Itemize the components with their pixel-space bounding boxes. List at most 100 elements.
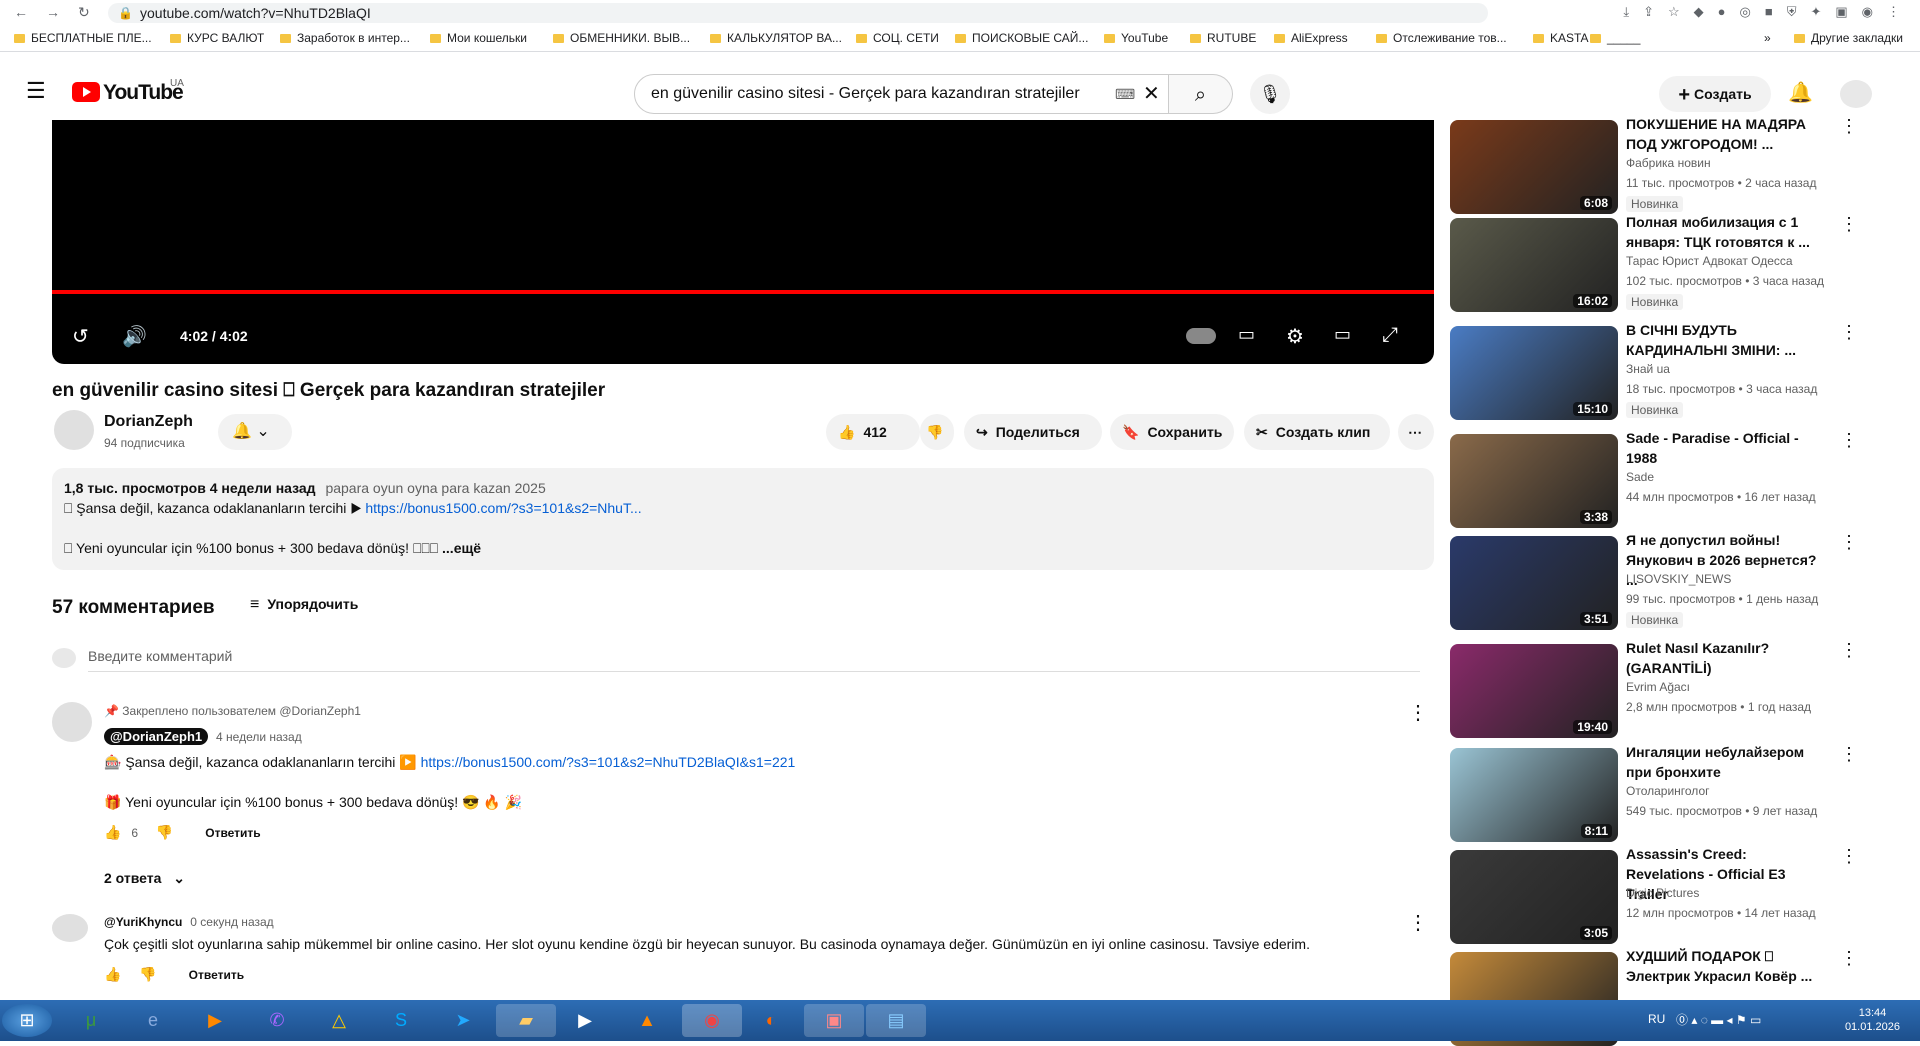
hamburger-menu-icon[interactable]: ☰ xyxy=(26,78,46,104)
back-icon[interactable]: ← xyxy=(14,4,28,20)
fullscreen-icon[interactable]: ⤢ xyxy=(1382,324,1398,347)
replay-icon[interactable]: ↺ xyxy=(72,324,89,349)
bookmark-item[interactable]: КУРС ВАЛЮТ xyxy=(170,31,264,45)
related-menu-icon[interactable]: ⋮ xyxy=(1840,744,1858,765)
sidepanel-icon[interactable]: ▣ xyxy=(1835,4,1847,20)
comment-avatar[interactable] xyxy=(52,914,88,942)
related-thumbnail[interactable]: 3:51 xyxy=(1450,536,1618,630)
like-button[interactable]: 👍 412 xyxy=(826,414,920,450)
comment-author[interactable]: @YuriKhyncu xyxy=(104,915,182,929)
sort-button[interactable]: ≡ Упорядочить xyxy=(250,596,358,614)
bookmark-item[interactable]: СОЦ. СЕТИ xyxy=(856,31,939,45)
shield-icon[interactable]: ⛨ xyxy=(1787,4,1797,20)
comment-input[interactable]: Введите комментарий xyxy=(88,648,1420,672)
settings-gear-icon[interactable]: ⚙ xyxy=(1286,324,1304,349)
extension-icon[interactable]: ◆ xyxy=(1694,4,1704,20)
related-thumbnail[interactable]: 3:38 xyxy=(1450,434,1618,528)
search-input[interactable]: en güvenilir casino sitesi - Gerçek para… xyxy=(634,74,1169,114)
more-actions-button[interactable]: ⋯ xyxy=(1398,414,1434,450)
video-player[interactable]: ↺ 🔊 4:02 / 4:02 ▭ ⚙ ▭ ⤢ xyxy=(52,120,1434,364)
other-bookmarks[interactable]: Другие закладки xyxy=(1794,31,1903,45)
related-thumbnail[interactable]: 8:11 xyxy=(1450,748,1618,842)
extension-icon[interactable]: ■ xyxy=(1765,4,1773,20)
download-icon[interactable]: ⤓ xyxy=(1623,4,1629,20)
search-button[interactable]: ⌕ xyxy=(1169,74,1233,114)
related-title[interactable]: Sade - Paradise - Official - 1988 xyxy=(1626,428,1826,468)
comment-avatar[interactable] xyxy=(52,702,92,742)
related-thumbnail[interactable]: 16:02 xyxy=(1450,218,1618,312)
reply-button[interactable]: Ответить xyxy=(189,968,244,982)
subscription-bell-button[interactable]: 🔔 ⌄ xyxy=(218,414,292,450)
related-title[interactable]: Ингаляции небулайзером при бронхите xyxy=(1626,742,1826,782)
puzzle-icon[interactable]: ✦ xyxy=(1810,4,1821,20)
channel-name[interactable]: DorianZeph xyxy=(104,413,193,431)
viber-icon[interactable]: ✆ xyxy=(250,1004,304,1037)
start-button[interactable]: ⊞ xyxy=(2,1004,52,1037)
bookmark-item[interactable]: КАЛЬКУЛЯТОР ВА... xyxy=(710,31,842,45)
related-menu-icon[interactable]: ⋮ xyxy=(1840,640,1858,661)
replies-toggle[interactable]: 2 ответа ⌄ xyxy=(104,870,185,887)
volume-icon[interactable]: 🔊 xyxy=(122,324,147,349)
related-channel[interactable]: Digic Pictures xyxy=(1626,886,1699,900)
bookmark-item[interactable]: Заработок в интер... xyxy=(280,31,410,45)
bookmark-item[interactable]: БЕСПЛАТНЫЕ ПЛЕ... xyxy=(14,31,152,45)
video-description[interactable]: 1,8 тыс. просмотров 4 недели назад papar… xyxy=(52,468,1434,570)
related-title[interactable]: ХУДШИЙ ПОДАРОК ⎕ Электрик Украсил Ковёр … xyxy=(1626,946,1826,986)
extension-icon[interactable]: ● xyxy=(1718,4,1726,20)
vlc-icon[interactable]: ▲ xyxy=(620,1004,674,1037)
related-menu-icon[interactable]: ⋮ xyxy=(1840,116,1858,137)
chrome-icon[interactable]: ◉ xyxy=(682,1004,742,1037)
clear-search-icon[interactable]: ✕ xyxy=(1143,75,1160,113)
app-icon[interactable]: △ xyxy=(312,1004,366,1037)
related-menu-icon[interactable]: ⋮ xyxy=(1840,430,1858,451)
explorer-icon[interactable]: ▰ xyxy=(496,1004,556,1037)
related-thumbnail[interactable]: 6:08 xyxy=(1450,120,1618,214)
thumbs-up-icon[interactable]: 👍 xyxy=(104,966,121,982)
progress-bar[interactable] xyxy=(52,290,1434,294)
create-button[interactable]: + Создать xyxy=(1659,76,1771,112)
related-title[interactable]: ПОКУШЕНИЕ НА МАДЯРА ПОД УЖГОРОДОМ! ... xyxy=(1626,114,1826,154)
bookmark-item[interactable]: AliExpress xyxy=(1274,31,1348,45)
comment-menu-icon[interactable]: ⋮ xyxy=(1408,700,1428,725)
forward-icon[interactable]: → xyxy=(46,4,60,20)
thumbs-down-icon[interactable]: 👎 xyxy=(156,824,173,840)
subtitles-icon[interactable]: ▭ xyxy=(1238,324,1255,345)
related-title[interactable]: В СІЧНІ БУДУТЬ КАРДИНАЛЬНІ ЗМІНИ: ... xyxy=(1626,320,1826,360)
app-window-icon[interactable]: ▤ xyxy=(866,1004,926,1037)
media-player-icon[interactable]: ▶ xyxy=(188,1004,242,1037)
bookmark-item[interactable]: YouTube xyxy=(1104,31,1168,45)
comment-menu-icon[interactable]: ⋮ xyxy=(1408,910,1428,935)
bookmark-item[interactable]: RUTUBE xyxy=(1190,31,1256,45)
comment-author[interactable]: @DorianZeph1 xyxy=(104,728,209,745)
menu-icon[interactable]: ⋮ xyxy=(1887,4,1900,20)
language-indicator[interactable]: RU xyxy=(1648,1012,1665,1026)
theater-mode-icon[interactable]: ▭ xyxy=(1334,324,1351,345)
bookmark-item[interactable]: ПОИСКОВЫЕ САЙ... xyxy=(955,31,1088,45)
firefox-icon[interactable]: ◐ xyxy=(744,1004,798,1037)
account-avatar[interactable] xyxy=(1840,80,1872,108)
related-thumbnail[interactable]: 15:10 xyxy=(1450,326,1618,420)
comment-time[interactable]: 0 секунд назад xyxy=(190,915,273,929)
related-channel[interactable]: Sade xyxy=(1626,470,1654,484)
star-icon[interactable]: ☆ xyxy=(1668,4,1680,20)
share-icon[interactable]: ⇪ xyxy=(1643,4,1654,20)
thumbs-up-icon[interactable]: 👍 xyxy=(104,824,121,840)
profile-icon[interactable]: ◉ xyxy=(1862,4,1873,20)
related-menu-icon[interactable]: ⋮ xyxy=(1840,322,1858,343)
reload-icon[interactable]: ↻ xyxy=(78,4,90,21)
save-button[interactable]: 🔖 Сохранить xyxy=(1110,414,1234,450)
skype-icon[interactable]: S xyxy=(374,1004,428,1037)
related-title[interactable]: Rulet Nasıl Kazanılır? (GARANTİLİ) xyxy=(1626,638,1826,678)
utorrent-icon[interactable]: μ xyxy=(64,1004,118,1037)
comment-time[interactable]: 4 недели назад xyxy=(216,730,302,744)
related-channel[interactable]: Тарас Юрист Адвокат Одесса xyxy=(1626,254,1793,268)
autoplay-toggle[interactable] xyxy=(1186,328,1216,344)
reply-button[interactable]: Ответить xyxy=(205,826,260,840)
create-clip-button[interactable]: ✂ Создать клип xyxy=(1244,414,1390,450)
related-channel[interactable]: Фабрика новин xyxy=(1626,156,1711,170)
related-menu-icon[interactable]: ⋮ xyxy=(1840,532,1858,553)
player-icon[interactable]: ▶ xyxy=(558,1004,612,1037)
related-channel[interactable]: Отоларинголог xyxy=(1626,784,1710,798)
keyboard-icon[interactable]: ⌨ xyxy=(1115,75,1135,113)
related-channel[interactable]: Знай ua xyxy=(1626,362,1670,376)
